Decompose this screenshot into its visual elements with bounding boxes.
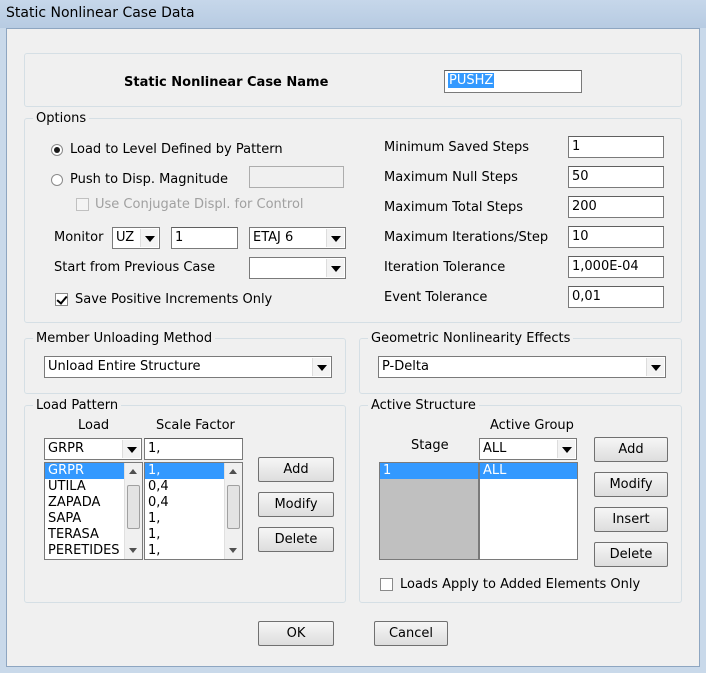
max-iterations-label: Maximum Iterations/Step: [384, 230, 549, 245]
load-list[interactable]: GRPR UTILA ZAPADA SAPA TERASA PERETIDES: [44, 462, 143, 560]
stage-list[interactable]: 1: [379, 462, 479, 560]
monitor-story-value: ETAJ 6: [253, 230, 294, 245]
group-list[interactable]: ALL: [479, 462, 578, 560]
monitor-dir-select[interactable]: UZ: [112, 227, 160, 249]
monitor-value-input[interactable]: 1: [171, 227, 238, 249]
active-structure-title: Active Structure: [368, 398, 479, 413]
max-null-steps-label: Maximum Null Steps: [384, 170, 518, 185]
max-iterations-input[interactable]: 10: [568, 226, 664, 248]
load-pattern-title: Load Pattern: [33, 398, 122, 413]
push-disp-input[interactable]: [249, 166, 344, 188]
scroll-thumb[interactable]: [227, 485, 240, 529]
case-name-label: Static Nonlinear Case Name: [124, 75, 329, 90]
geometric-value: P-Delta: [382, 359, 429, 374]
save-positive-label: Save Positive Increments Only: [75, 292, 273, 307]
scale-list-scrollbar[interactable]: [224, 463, 242, 559]
load-list-scrollbar[interactable]: [124, 463, 142, 559]
scale-list[interactable]: 1, 0,4 0,4 1, 1, 1,: [144, 462, 243, 560]
stage-delete-button[interactable]: Delete: [594, 542, 668, 567]
chevron-down-icon: [646, 358, 664, 376]
chevron-down-icon: [122, 440, 140, 458]
window-title: Static Nonlinear Case Data: [6, 5, 195, 21]
list-item[interactable]: 1: [380, 463, 478, 479]
event-tolerance-label: Event Tolerance: [384, 290, 488, 305]
loads-apply-label: Loads Apply to Added Elements Only: [400, 577, 641, 592]
max-null-steps-input[interactable]: 50: [568, 166, 664, 188]
geometric-title: Geometric Nonlinearity Effects: [368, 331, 574, 346]
load-select-value: GRPR: [48, 441, 84, 456]
cancel-button[interactable]: Cancel: [374, 621, 448, 646]
stage-add-button[interactable]: Add: [594, 437, 668, 462]
conjugate-checkbox[interactable]: [76, 198, 89, 211]
event-tolerance-input[interactable]: 0,01: [568, 286, 664, 308]
chevron-down-icon: [326, 259, 344, 277]
monitor-dir-value: UZ: [116, 230, 135, 245]
scroll-thumb[interactable]: [127, 485, 140, 529]
chevron-down-icon: [140, 229, 158, 247]
list-item[interactable]: GRPR: [45, 463, 125, 479]
unloading-value: Unload Entire Structure: [48, 359, 201, 374]
conjugate-label: Use Conjugate Displ. for Control: [95, 197, 304, 212]
monitor-story-select[interactable]: ETAJ 6: [249, 227, 346, 249]
active-group-select[interactable]: ALL: [479, 438, 577, 460]
max-total-steps-label: Maximum Total Steps: [384, 200, 524, 215]
active-group-header: Active Group: [490, 418, 574, 433]
chevron-down-icon: [557, 440, 575, 458]
iteration-tolerance-input[interactable]: 1,000E-04: [568, 256, 664, 278]
case-name-value: PUSHZ: [448, 73, 495, 88]
start-prev-select[interactable]: [249, 257, 346, 279]
save-positive-checkbox[interactable]: [55, 293, 68, 306]
case-name-input[interactable]: PUSHZ: [444, 70, 582, 93]
title-bar: Static Nonlinear Case Data: [0, 0, 706, 28]
min-saved-steps-input[interactable]: 1: [568, 136, 664, 158]
unloading-select[interactable]: Unload Entire Structure: [44, 356, 332, 378]
active-group-value: ALL: [483, 441, 507, 456]
stage-modify-button[interactable]: Modify: [594, 472, 668, 497]
load-level-label: Load to Level Defined by Pattern: [70, 142, 283, 157]
iteration-tolerance-label: Iteration Tolerance: [384, 260, 506, 275]
list-item[interactable]: 1,: [145, 463, 225, 479]
options-title: Options: [33, 111, 90, 126]
load-delete-button[interactable]: Delete: [258, 527, 334, 552]
monitor-label: Monitor: [54, 230, 104, 245]
load-modify-button[interactable]: Modify: [258, 492, 334, 517]
chevron-down-icon: [326, 229, 344, 247]
min-saved-steps-label: Minimum Saved Steps: [384, 140, 530, 155]
geometric-select[interactable]: P-Delta: [378, 356, 666, 378]
push-disp-label: Push to Disp. Magnitude: [70, 172, 228, 187]
list-item[interactable]: ALL: [480, 463, 577, 479]
loads-apply-checkbox[interactable]: [380, 578, 393, 591]
load-select[interactable]: GRPR: [44, 438, 142, 460]
scale-column-header: Scale Factor: [156, 418, 235, 433]
load-level-radio[interactable]: [51, 144, 63, 156]
max-total-steps-input[interactable]: 200: [568, 196, 664, 218]
stage-header: Stage: [411, 438, 449, 453]
case-name-group: [24, 53, 682, 107]
scale-factor-input[interactable]: 1,: [144, 438, 243, 460]
push-disp-radio[interactable]: [51, 174, 63, 186]
stage-insert-button[interactable]: Insert: [594, 507, 668, 532]
ok-button[interactable]: OK: [258, 621, 334, 646]
chevron-down-icon: [312, 358, 330, 376]
load-column-header: Load: [78, 418, 110, 433]
load-add-button[interactable]: Add: [258, 457, 334, 482]
start-prev-label: Start from Previous Case: [54, 260, 216, 275]
unloading-title: Member Unloading Method: [33, 331, 216, 346]
